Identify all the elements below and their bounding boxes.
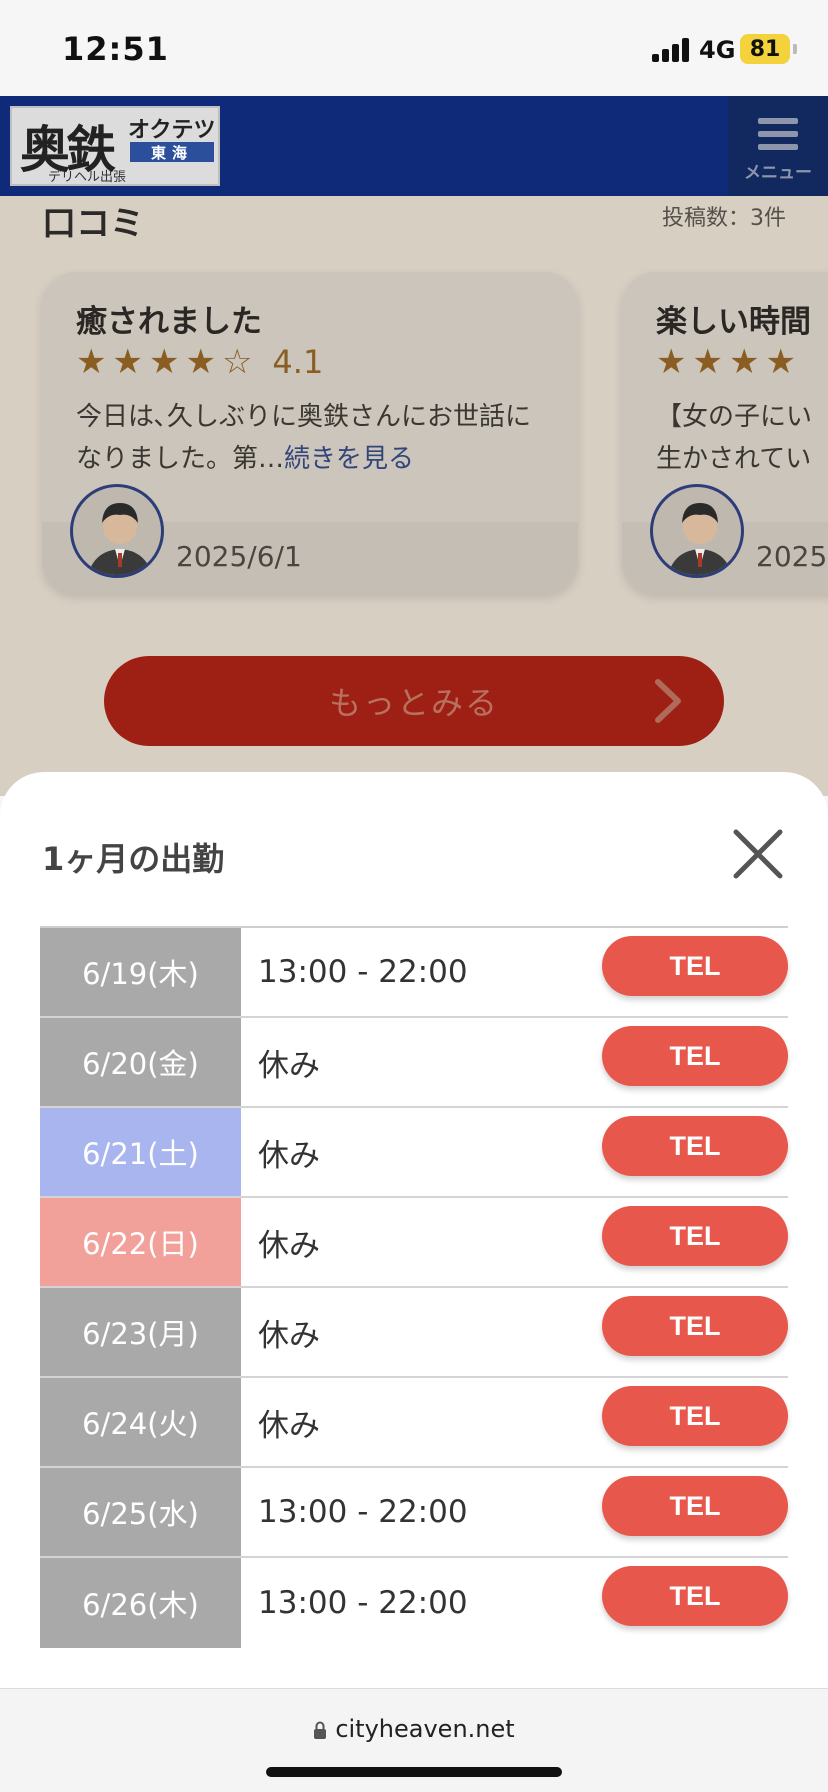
schedule-hours: 13:00 - 22:00 xyxy=(258,1494,468,1530)
chevron-right-icon xyxy=(655,679,681,723)
schedule-date: 6/21(土) xyxy=(40,1108,241,1196)
rating-value: 4.1 xyxy=(272,343,324,381)
site-header: 奥鉄 オクテツ 東海 デリヘル出張 メニュー xyxy=(0,96,828,196)
menu-button[interactable]: メニュー xyxy=(728,96,828,196)
logo-region: 東海 xyxy=(130,142,214,162)
schedule-row: 6/22(日) 休み TEL xyxy=(40,1198,788,1288)
page-background: 口コミ 投稿数：3件 癒されました ★ ★ ★ ★ ☆ 4.1 今日は､久しぶり… xyxy=(0,196,828,796)
schedule-row: 6/21(土) 休み TEL xyxy=(40,1108,788,1198)
rating-stars: ★ ★ ★ ★ ☆ 4.1 xyxy=(76,342,323,382)
schedule-date: 6/24(火) xyxy=(40,1378,241,1466)
site-logo[interactable]: 奥鉄 オクテツ 東海 デリヘル出張 xyxy=(10,106,220,186)
url-text: cityheaven.net xyxy=(335,1715,515,1743)
modal-title: 1ヶ月の出勤 xyxy=(42,840,225,878)
star-filled-icon: ★ xyxy=(656,342,687,382)
close-icon[interactable] xyxy=(732,828,784,880)
star-empty-icon: ☆ xyxy=(221,342,253,382)
menu-label: メニュー xyxy=(744,163,812,183)
battery-icon: 81 xyxy=(740,34,797,64)
schedule-row: 6/24(火) 休み TEL xyxy=(40,1378,788,1468)
schedule-date: 6/22(日) xyxy=(40,1198,241,1286)
tel-button[interactable]: TEL xyxy=(602,1386,788,1446)
see-more-label: もっとみる xyxy=(328,684,499,722)
read-more-link[interactable]: 続きを見る xyxy=(284,444,414,474)
star-filled-icon: ★ xyxy=(692,342,723,382)
tel-button[interactable]: TEL xyxy=(602,1026,788,1086)
url-bar[interactable]: cityheaven.net xyxy=(0,1715,828,1743)
schedule-date: 6/23(月) xyxy=(40,1288,241,1376)
schedule-date: 6/20(金) xyxy=(40,1018,241,1106)
browser-bar: cityheaven.net xyxy=(0,1688,828,1792)
schedule-hours: 13:00 - 22:00 xyxy=(258,954,468,990)
home-indicator[interactable] xyxy=(266,1767,562,1777)
schedule-hours: 休み xyxy=(258,1137,320,1174)
see-more-button[interactable]: もっとみる xyxy=(104,656,724,746)
star-filled-icon: ★ xyxy=(148,342,180,382)
tel-button[interactable]: TEL xyxy=(602,1116,788,1176)
reviews-count: 投稿数：3件 xyxy=(662,206,786,231)
star-filled-icon: ★ xyxy=(76,342,107,382)
schedule-date: 6/25(水) xyxy=(40,1468,241,1556)
schedule-row: 6/19(木) 13:00 - 22:00 TEL xyxy=(40,928,788,1018)
schedule-row: 6/23(月) 休み TEL xyxy=(40,1288,788,1378)
reviewer-avatar xyxy=(650,484,744,578)
schedule-date: 6/26(木) xyxy=(40,1558,241,1648)
tel-button[interactable]: TEL xyxy=(602,1206,788,1266)
status-bar: 12:51 4G 81 xyxy=(0,0,828,96)
lock-icon xyxy=(314,1721,327,1739)
review-text: 今日は､久しぶりに奥鉄さんにお世話になりました。第…続きを見る xyxy=(76,396,552,480)
logo-kana: オクテツ xyxy=(128,118,216,143)
review-date: 2025 xyxy=(756,540,828,573)
review-title: 楽しい時間 xyxy=(656,304,811,340)
star-filled-icon: ★ xyxy=(185,342,216,382)
schedule-hours: 休み xyxy=(258,1227,320,1264)
schedule-hours: 13:00 - 22:00 xyxy=(258,1585,468,1621)
schedule-row: 6/26(木) 13:00 - 22:00 TEL xyxy=(40,1558,788,1648)
tel-button[interactable]: TEL xyxy=(602,1476,788,1536)
review-excerpt: 【女の子にい 生かされてい xyxy=(656,402,813,474)
star-filled-icon: ★ xyxy=(765,342,796,382)
reviews-title: 口コミ xyxy=(42,204,144,244)
schedule-hours: 休み xyxy=(258,1407,320,1444)
schedule-row: 6/25(水) 13:00 - 22:00 TEL xyxy=(40,1468,788,1558)
schedule-hours: 休み xyxy=(258,1317,320,1354)
schedule-date: 6/19(木) xyxy=(40,928,241,1016)
logo-sub: デリヘル出張 xyxy=(48,170,127,185)
signal-icon xyxy=(652,38,690,62)
review-card[interactable]: 癒されました ★ ★ ★ ★ ☆ 4.1 今日は､久しぶりに奥鉄さんにお世話にな… xyxy=(42,272,578,594)
review-card[interactable]: 楽しい時間 ★ ★ ★ ★ 【女の子にい 生かされてい 2025 xyxy=(622,272,828,594)
rating-stars: ★ ★ ★ ★ xyxy=(656,342,802,382)
tel-button[interactable]: TEL xyxy=(602,1566,788,1626)
star-filled-icon: ★ xyxy=(112,342,143,382)
schedule-hours: 休み xyxy=(258,1047,320,1084)
schedule-modal: 1ヶ月の出勤 6/19(木) 13:00 - 22:00 TEL 6/20(金)… xyxy=(0,772,828,1688)
review-date: 2025/6/1 xyxy=(176,540,302,573)
schedule-row: 6/20(金) 休み TEL xyxy=(40,1018,788,1108)
hamburger-icon xyxy=(758,118,798,150)
status-time: 12:51 xyxy=(62,30,169,68)
review-title: 癒されました xyxy=(76,304,262,340)
schedule-table: 6/19(木) 13:00 - 22:00 TEL 6/20(金) 休み TEL… xyxy=(40,926,788,1648)
star-filled-icon: ★ xyxy=(728,342,760,382)
reviewer-avatar xyxy=(70,484,164,578)
network-label: 4G xyxy=(699,36,736,64)
tel-button[interactable]: TEL xyxy=(602,1296,788,1356)
tel-button[interactable]: TEL xyxy=(602,936,788,996)
